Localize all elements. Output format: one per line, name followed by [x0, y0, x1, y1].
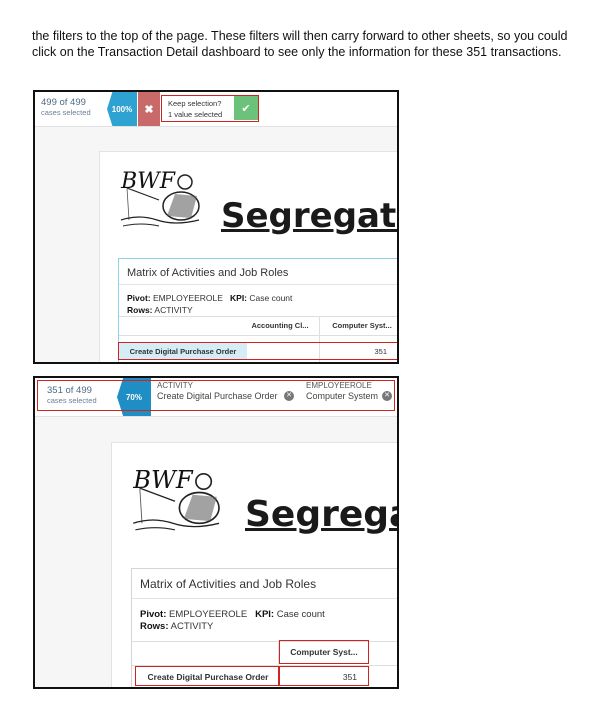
kpi-label: KPI:	[230, 293, 248, 303]
pivot-value: EMPLOYEEROLE	[169, 609, 248, 620]
highlight-box-column	[279, 640, 369, 664]
pivot-label: Pivot:	[140, 609, 167, 620]
dashboard-title: Segregatio	[221, 196, 397, 236]
bwf-logo: BWF	[119, 162, 219, 232]
accept-selection-button[interactable]: ✔	[234, 96, 258, 120]
highlight-box-filters	[37, 380, 395, 411]
rows-value: ACTIVITY	[154, 305, 193, 315]
rows-label: Rows:	[140, 621, 169, 632]
screenshot-before-filter: 499 of 499 cases selected 100% ✖ Keep se…	[33, 90, 399, 364]
matrix-settings: Pivot: EMPLOYEEROLE KPI: Case count Rows…	[140, 609, 325, 633]
keep-selection-question: Keep selection?	[168, 99, 222, 108]
logo-text: BWF	[132, 466, 194, 494]
selection-toolbar: 499 of 499 cases selected 100% ✖ Keep se…	[35, 92, 397, 127]
pivot-label: Pivot:	[127, 293, 151, 303]
kpi-value: Case count	[249, 293, 293, 303]
bwf-logo: BWF	[131, 458, 241, 538]
kpi-value: Case count	[276, 609, 325, 620]
rows-value: ACTIVITY	[170, 621, 214, 632]
logo-text: BWF	[120, 169, 176, 194]
keep-selection-prompt: Keep selection? 1 value selected ✔	[161, 95, 259, 122]
highlight-box-row	[135, 666, 279, 686]
pivot-value: EMPLOYEEROLE	[153, 293, 223, 303]
kpi-label: KPI:	[255, 609, 275, 620]
percent-badge: 100%	[107, 92, 137, 126]
highlight-box-row	[118, 342, 397, 360]
screenshot-after-filter: 351 of 499 cases selected 70% ACTIVITY C…	[33, 376, 399, 689]
matrix-title: Matrix of Activities and Job Roles	[119, 259, 397, 285]
values-selected-text: 1 value selected	[168, 110, 223, 119]
checkmark-icon: ✔	[241, 102, 251, 115]
cases-count: 499 of 499	[41, 97, 86, 108]
rows-label: Rows:	[127, 305, 153, 315]
close-icon: ✖	[144, 103, 154, 116]
dashboard-title: Segrega	[245, 494, 399, 535]
intro-paragraph: the filters to the top of the page. Thes…	[32, 29, 568, 59]
reject-selection-button[interactable]: ✖	[138, 92, 160, 126]
fisherman-logo-icon: BWF	[120, 169, 200, 227]
matrix-settings: Pivot: EMPLOYEEROLE KPI: Case count Rows…	[127, 292, 292, 316]
highlight-box-cell	[279, 666, 369, 686]
column-header-computer-system[interactable]: Computer Syst...	[322, 321, 397, 330]
fisherman-logo-icon: BWF	[132, 466, 220, 531]
cases-label: cases selected	[41, 108, 91, 117]
matrix-title: Matrix of Activities and Job Roles	[132, 569, 397, 599]
cases-selected-counter: 499 of 499 cases selected	[41, 98, 91, 118]
column-header-accounting[interactable]: Accounting Cl...	[245, 321, 315, 330]
